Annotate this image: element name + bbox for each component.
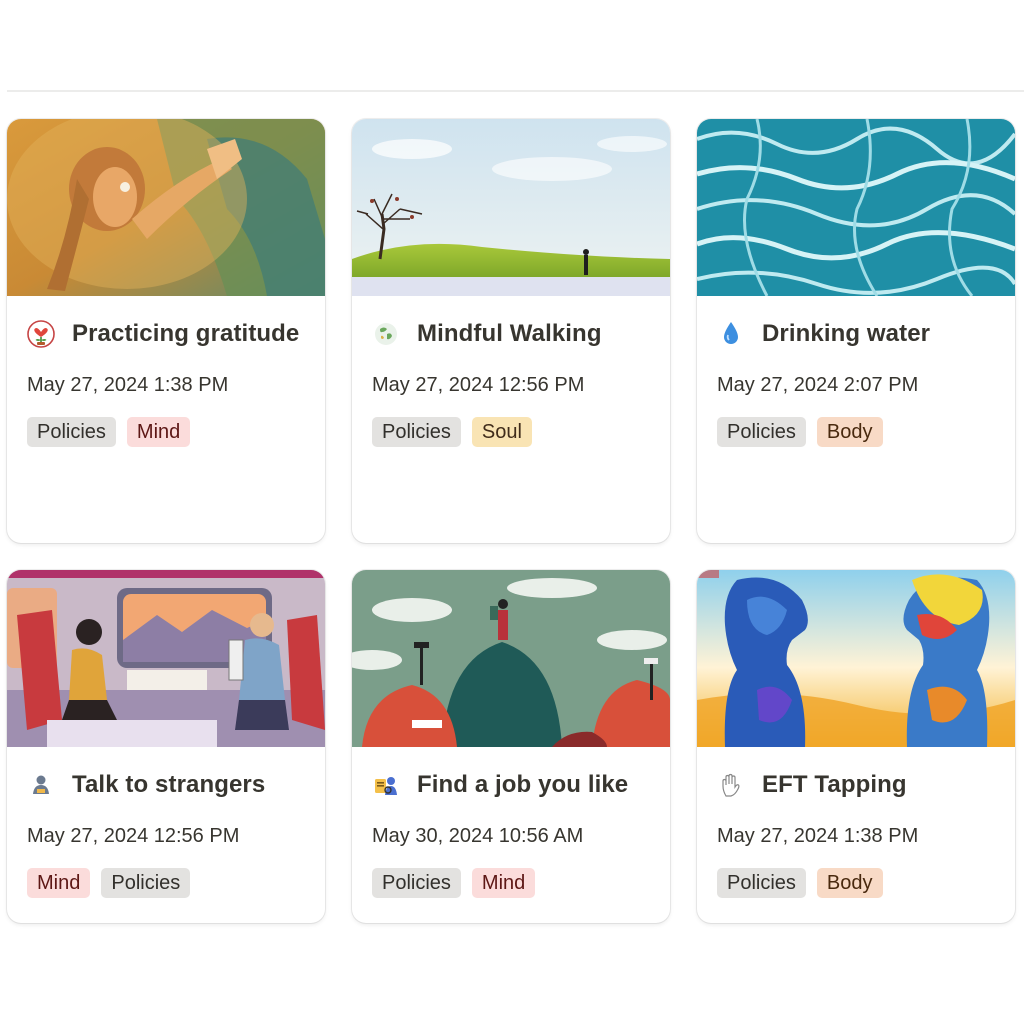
tag-policies: Policies (717, 417, 806, 447)
card-cover-image (7, 119, 325, 296)
card-date: May 27, 2024 12:56 PM (27, 825, 240, 847)
card-date: May 27, 2024 1:38 PM (717, 825, 919, 847)
tag-mind: Mind (471, 868, 536, 898)
tag-policies: Policies (717, 868, 806, 898)
search-job-icon (371, 770, 401, 800)
gallery-card-talk-to-strangers[interactable]: Talk to strangers May 27, 2024 12:56 PM … (7, 570, 325, 923)
card-title: Talk to strangers (72, 771, 266, 798)
heart-plant-icon (26, 319, 56, 349)
tag-policies: Policies (27, 417, 116, 447)
tag-policies: Policies (101, 868, 191, 898)
tag-mind: Mind (27, 868, 91, 898)
card-tags: Mind Policies (27, 868, 191, 898)
tag-body: Body (816, 868, 883, 898)
card-cover-image (352, 570, 670, 747)
card-date: May 30, 2024 10:56 AM (372, 825, 584, 847)
card-date: May 27, 2024 2:07 PM (717, 374, 919, 396)
people-icon (26, 770, 56, 800)
card-title: Practicing gratitude (72, 320, 300, 347)
tag-policies: Policies (372, 417, 461, 447)
card-tags: Policies Body (717, 417, 883, 447)
tag-policies: Policies (372, 868, 461, 898)
gallery-card-drinking-water[interactable]: Drinking water May 27, 2024 2:07 PM Poli… (697, 119, 1015, 543)
card-cover-image (352, 119, 670, 296)
gallery-card-practicing-gratitude[interactable]: Practicing gratitude May 27, 2024 1:38 P… (7, 119, 325, 543)
card-title: EFT Tapping (762, 771, 907, 798)
tag-mind: Mind (126, 417, 191, 447)
card-tags: Policies Body (717, 868, 883, 898)
tag-soul: Soul (471, 417, 532, 447)
card-title: Mindful Walking (417, 320, 602, 347)
gallery-card-mindful-walking[interactable]: Mindful Walking May 27, 2024 12:56 PM Po… (352, 119, 670, 543)
gallery-card-eft-tapping[interactable]: EFT Tapping May 27, 2024 1:38 PM Policie… (697, 570, 1015, 923)
gallery-view: Practicing gratitude May 27, 2024 1:38 P… (0, 0, 1024, 1024)
water-drop-icon (716, 319, 746, 349)
hand-tapping-icon (716, 770, 746, 800)
gallery-page: Practicing gratitude May 27, 2024 1:38 P… (0, 0, 1024, 1024)
card-tags: Policies Mind (27, 417, 191, 447)
earth-icon (371, 319, 401, 349)
card-tags: Policies Soul (372, 417, 532, 447)
card-cover-image (697, 570, 1015, 747)
tag-body: Body (816, 417, 883, 447)
card-title: Find a job you like (417, 771, 629, 798)
card-cover-image (7, 570, 325, 747)
card-cover-image (697, 119, 1015, 296)
card-date: May 27, 2024 1:38 PM (27, 374, 229, 396)
card-title: Drinking water (762, 320, 931, 347)
card-date: May 27, 2024 12:56 PM (372, 374, 585, 396)
card-tags: Policies Mind (372, 868, 536, 898)
gallery-card-find-a-job-you-like[interactable]: Find a job you like May 30, 2024 10:56 A… (352, 570, 670, 923)
